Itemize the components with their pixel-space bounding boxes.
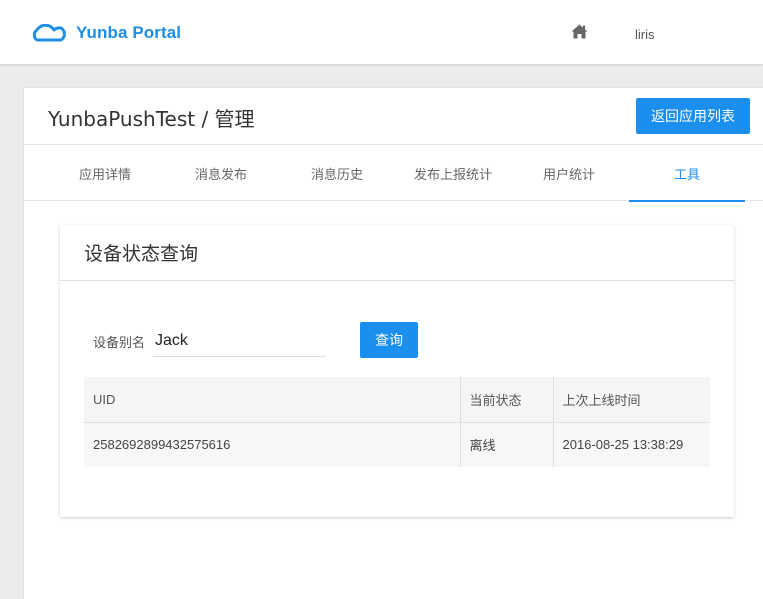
- brand-name: Yunba Portal: [76, 23, 182, 42]
- result-table: UID 当前状态 上次上线时间 2582692899432575616 离线 2…: [84, 377, 710, 467]
- tab-publish-message[interactable]: 消息发布: [163, 145, 279, 201]
- home-icon[interactable]: [571, 24, 588, 39]
- device-alias-input[interactable]: [153, 325, 326, 357]
- tab-bar: 应用详情 消息发布 消息历史 发布上报统计 用户统计 工具: [24, 144, 763, 202]
- page-title: YunbaPushTest / 管理: [48, 107, 255, 131]
- column-header-uid: UID: [84, 377, 461, 422]
- table-header-row: UID 当前状态 上次上线时间: [84, 377, 710, 422]
- tab-tools[interactable]: 工具: [629, 145, 745, 202]
- back-to-app-list-button[interactable]: 返回应用列表: [636, 98, 750, 134]
- panel-title: 设备状态查询: [84, 243, 199, 265]
- cell-uid: 2582692899432575616: [84, 422, 461, 467]
- column-header-last-online: 上次上线时间: [562, 393, 641, 409]
- divider: [60, 280, 734, 281]
- top-navbar: Yunba Portal liris: [0, 0, 763, 65]
- tab-app-details[interactable]: 应用详情: [47, 145, 163, 201]
- device-status-panel: 设备状态查询 设备别名 查询 UID 当前状态 上次上线时间 258269289…: [60, 225, 734, 517]
- tab-publish-report-stats[interactable]: 发布上报统计: [395, 145, 511, 201]
- cell-status: 离线: [460, 422, 554, 467]
- tab-message-history[interactable]: 消息历史: [279, 145, 395, 201]
- column-header-status: 当前状态: [460, 377, 554, 422]
- cell-last-online: 2016-08-25 13:38:29: [562, 437, 684, 453]
- user-menu[interactable]: liris: [635, 27, 655, 42]
- brand-logo[interactable]: Yunba Portal: [28, 20, 181, 46]
- alias-label: 设备别名: [93, 336, 146, 351]
- cloud-icon: [32, 24, 66, 42]
- app-management-card: YunbaPushTest / 管理 返回应用列表 应用详情 消息发布 消息历史…: [24, 88, 763, 599]
- query-button[interactable]: 查询: [360, 322, 418, 358]
- table-row: 2582692899432575616 离线 2016-08-25 13:38:…: [84, 422, 710, 467]
- tab-user-stats[interactable]: 用户统计: [511, 145, 627, 201]
